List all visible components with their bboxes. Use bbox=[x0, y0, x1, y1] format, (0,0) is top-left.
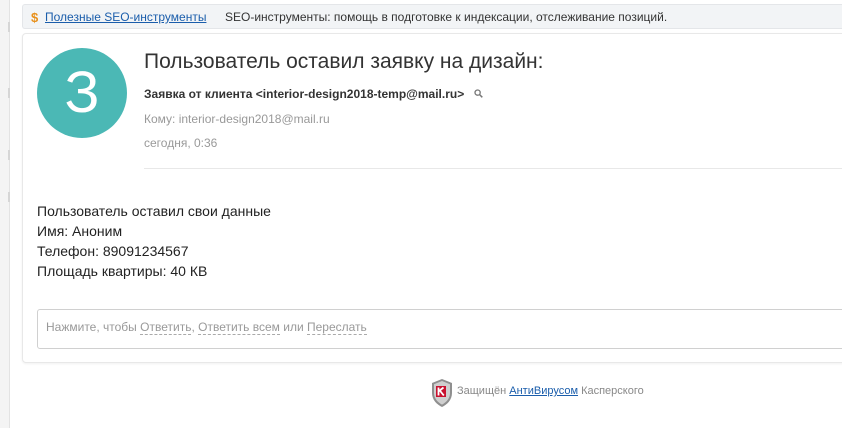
sender-avatar[interactable]: З bbox=[37, 48, 127, 138]
frame-marker bbox=[8, 22, 10, 32]
magnifier-icon bbox=[473, 89, 483, 98]
body-line: Имя: Аноним bbox=[37, 223, 123, 239]
search-icon[interactable] bbox=[473, 89, 483, 101]
antivirus-link[interactable]: АнтиВирусом bbox=[509, 385, 578, 397]
left-frame-edge bbox=[0, 0, 10, 428]
frame-marker bbox=[8, 150, 10, 160]
message-recipient: Кому: interior-design2018@mail.ru bbox=[144, 112, 330, 126]
antivirus-suffix: Касперского bbox=[578, 385, 644, 397]
ad-link[interactable]: Полезные SEO-инструменты bbox=[45, 5, 206, 30]
frame-marker bbox=[8, 192, 10, 202]
body-line: Телефон: 89091234567 bbox=[37, 243, 189, 259]
reply-prompt: Нажмите, чтобы bbox=[46, 320, 141, 334]
message-from[interactable]: Заявка от клиента <interior-design2018-t… bbox=[144, 87, 483, 101]
reply-separator: или bbox=[279, 320, 307, 334]
body-line: Площадь квартиры: 40 КВ bbox=[37, 263, 208, 279]
quick-reply-box[interactable]: Нажмите, чтобы Ответить, Ответить всем и… bbox=[37, 309, 842, 349]
message-body: Пользователь оставил свои данные Имя: Ан… bbox=[37, 201, 271, 281]
antivirus-note: Защищён АнтиВирусом Касперского bbox=[457, 385, 644, 397]
antivirus-prefix: Защищён bbox=[457, 385, 510, 397]
reply-link[interactable]: Ответить bbox=[140, 320, 192, 335]
sender-address[interactable]: Заявка от клиента <interior-design2018-t… bbox=[144, 87, 464, 101]
header-divider bbox=[144, 168, 842, 169]
message-date: сегодня, 0:36 bbox=[144, 136, 218, 150]
dollar-icon: $ bbox=[31, 10, 39, 25]
ad-description: SEO-инструменты: помощь в подготовке к и… bbox=[225, 10, 668, 24]
forward-link[interactable]: Переслать bbox=[307, 320, 367, 335]
frame-marker bbox=[8, 88, 10, 98]
kaspersky-shield-icon bbox=[432, 379, 452, 407]
message-subject: Пользователь оставил заявку на дизайн: bbox=[144, 50, 544, 73]
reply-all-link[interactable]: Ответить всем bbox=[198, 320, 280, 335]
body-line: Пользователь оставил свои данные bbox=[37, 203, 271, 219]
ad-banner: $ Полезные SEO-инструменты SEO-инструмен… bbox=[22, 4, 842, 29]
